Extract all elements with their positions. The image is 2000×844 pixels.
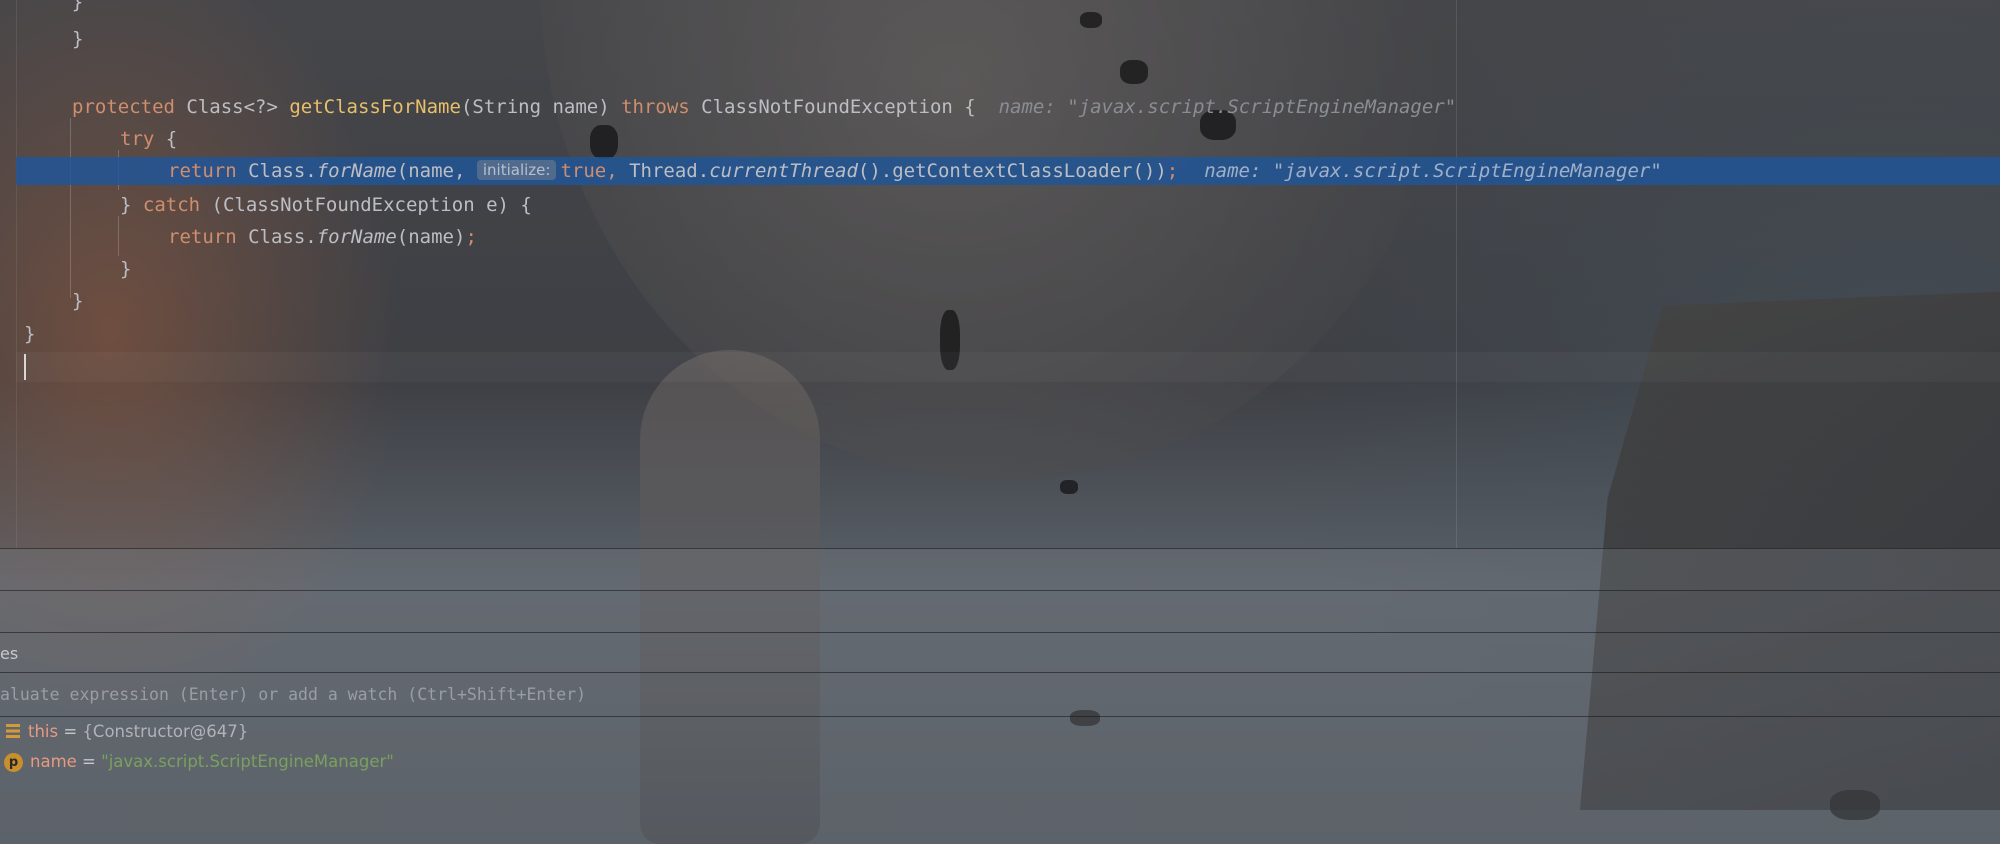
variable-equals: =: [58, 722, 83, 741]
variable-value: "javax.script.ScriptEngineManager": [101, 752, 394, 771]
inline-value-hint: name: "javax.script.ScriptEngineManager": [998, 96, 1457, 118]
call-chain: ().getContextClassLoader()): [857, 160, 1167, 182]
code-line-execution-point[interactable]: return Class.forName(name, initialize: tr…: [16, 157, 2000, 185]
panel-divider: [0, 548, 2000, 549]
variable-row-name[interactable]: p name = "javax.script.ScriptEngineManage…: [4, 749, 394, 775]
variable-value: {Constructor@647}: [82, 722, 249, 741]
indent-guide: [118, 216, 119, 256]
code-text: }: [120, 194, 143, 216]
evaluate-expression-input[interactable]: aluate expression (Enter) or add a watch…: [0, 684, 586, 706]
code-line[interactable]: }: [120, 255, 2000, 283]
method-name: getClassForName: [289, 96, 461, 118]
parameter-name-hint: initialize:: [476, 160, 557, 180]
lines-icon: [6, 724, 20, 738]
keyword-true: true: [560, 160, 607, 182]
code-line-method-signature[interactable]: protected Class<?> getClassForName(Strin…: [72, 93, 2000, 121]
variable-row-this[interactable]: this = {Constructor@647}: [6, 719, 248, 745]
inline-value-hint: name: "javax.script.ScriptEngineManager": [1204, 160, 1662, 182]
code-line[interactable]: }: [0, 0, 2000, 16]
exception-type: ClassNotFoundException {: [701, 96, 999, 118]
code-line[interactable]: }: [0, 25, 2000, 53]
punctuation: ,: [606, 160, 630, 182]
toolbar-divider: [0, 590, 2000, 591]
code-line-try[interactable]: try {: [120, 125, 2000, 153]
code-text: }: [72, 28, 84, 50]
code-line-return[interactable]: return Class.forName(name);: [168, 223, 2000, 251]
type-class: Class.: [248, 160, 317, 182]
call-args: (name,: [396, 160, 477, 182]
code-line-catch[interactable]: } catch (ClassNotFoundException e) {: [120, 191, 2000, 219]
parameter-icon: p: [4, 753, 23, 772]
keyword-try: try: [120, 128, 155, 150]
eval-divider: [0, 716, 2000, 717]
code-text: {: [154, 128, 178, 150]
method-forName: forName: [316, 226, 397, 248]
method-params: (String name): [460, 96, 622, 118]
keyword-throws: throws: [621, 96, 702, 118]
current-line-highlight: [16, 352, 2000, 382]
variables-tab[interactable]: es: [0, 644, 18, 664]
call-args: (name): [396, 226, 466, 248]
type-thread: Thread.: [629, 160, 710, 182]
semicolon: ;: [1166, 160, 1179, 182]
method-forName: forName: [316, 160, 397, 182]
code-line[interactable]: }: [72, 287, 2000, 315]
keyword-return: return: [168, 226, 249, 248]
keyword-catch: catch: [142, 194, 201, 216]
method-currentThread: currentThread: [709, 160, 858, 182]
toolbar-divider: [0, 632, 2000, 633]
code-text: }: [26, 0, 84, 13]
type-class: Class<?>: [186, 96, 290, 118]
variable-name: this: [28, 722, 59, 741]
code-text: }: [120, 258, 132, 280]
type-class: Class.: [248, 226, 317, 248]
tab-divider: [0, 672, 2000, 673]
variable-name: name: [30, 752, 77, 771]
code-line[interactable]: }: [24, 320, 2000, 348]
variable-equals: =: [76, 752, 102, 771]
keyword-protected: protected: [72, 96, 187, 118]
code-text: (ClassNotFoundException e) {: [200, 194, 532, 216]
gutter-border: [16, 0, 17, 548]
code-text: }: [24, 323, 36, 345]
text-caret: [24, 354, 26, 380]
code-editor[interactable]: } } protected Class<?> getClassForName(S…: [0, 0, 2000, 548]
indent-guide: [70, 118, 71, 298]
semicolon: ;: [465, 226, 477, 248]
code-text: }: [72, 290, 84, 312]
keyword-return: return: [168, 160, 249, 182]
